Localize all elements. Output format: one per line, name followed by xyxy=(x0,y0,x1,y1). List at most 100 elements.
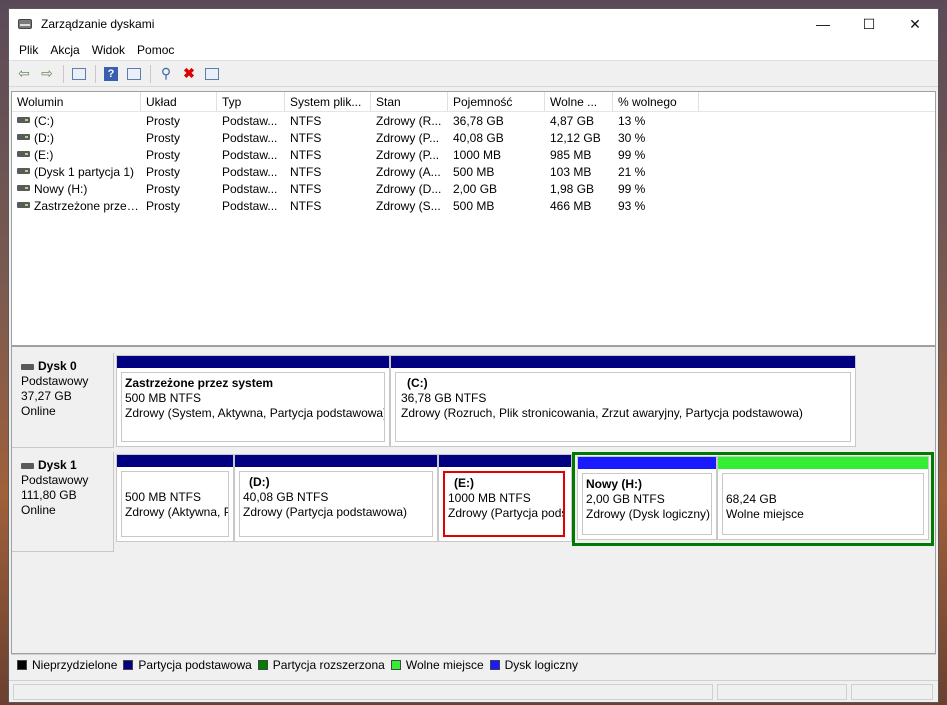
partition-size: 2,00 GB NTFS xyxy=(586,492,665,506)
partition-status: Zdrowy (Partycja podstawowa) xyxy=(448,506,563,520)
title-bar[interactable]: Zarządzanie dyskami — ☐ ✕ xyxy=(9,9,938,39)
maximize-button[interactable]: ☐ xyxy=(846,9,892,39)
disk-1-name: Dysk 1 xyxy=(38,458,77,472)
col-header-typ[interactable]: Typ xyxy=(217,92,285,111)
partition-system-reserved[interactable]: Zastrzeżone przez system 500 MB NTFS Zdr… xyxy=(116,355,390,447)
partition-e[interactable]: (E:) 1000 MB NTFS Zdrowy (Partycja podst… xyxy=(438,454,572,542)
cell-volume: Zastrzeżone przez ... xyxy=(12,199,141,213)
legend-item: Wolne miejsce xyxy=(390,657,484,672)
partition-size: 68,24 GB xyxy=(726,492,777,506)
cell-filesystem: NTFS xyxy=(290,130,322,145)
cell-free-percent: 93 % xyxy=(618,198,646,213)
check-icon[interactable] xyxy=(201,64,223,84)
col-header-pojemnosc[interactable]: Pojemność xyxy=(448,92,545,111)
table-row[interactable]: (C:) Prosty Podstaw... NTFS Zdrowy (R...… xyxy=(12,112,935,129)
disk-0-row: Dysk 0 Podstawowy 37,27 GB Online Zastrz… xyxy=(12,353,935,449)
disk-icon xyxy=(21,462,34,469)
table-row[interactable]: Nowy (H:) Prosty Podstaw... NTFS Zdrowy … xyxy=(12,180,935,197)
cell-free: 12,12 GB xyxy=(550,130,601,145)
menu-pomoc[interactable]: Pomoc xyxy=(131,43,180,57)
legend-item: Dysk logiczny xyxy=(489,658,578,672)
disk-1-info[interactable]: Dysk 1 Podstawowy 111,80 GB Online xyxy=(12,452,114,552)
cell-layout: Prosty xyxy=(146,198,181,213)
partition-disk1-part1[interactable]: 500 MB NTFS Zdrowy (Aktywna, Partycja po… xyxy=(116,454,234,542)
cell-free-percent: 99 % xyxy=(618,147,646,162)
col-header-system-plikow[interactable]: System plik... xyxy=(285,92,371,111)
cell-capacity: 500 MB xyxy=(453,164,495,179)
partition-c[interactable]: (C:) 36,78 GB NTFS Zdrowy (Rozruch, Plik… xyxy=(390,355,856,447)
disk-graphical-view: Dysk 0 Podstawowy 37,27 GB Online Zastrz… xyxy=(11,346,936,654)
legend-label: Partycja rozszerzona xyxy=(272,657,385,672)
table-row[interactable]: (D:) Prosty Podstaw... NTFS Zdrowy (P...… xyxy=(12,129,935,146)
volume-icon xyxy=(17,134,30,141)
col-header-uklad[interactable]: Układ xyxy=(141,92,217,111)
menu-plik[interactable]: Plik xyxy=(13,43,44,57)
volume-name: (C:) xyxy=(34,113,54,128)
legend-item: Partycja rozszerzona xyxy=(257,657,385,672)
volume-name: (E:) xyxy=(34,147,54,162)
cell-capacity: 40,08 GB xyxy=(453,130,504,145)
menu-bar: Plik Akcja Widok Pomoc xyxy=(9,39,938,61)
disk-0-type: Podstawowy xyxy=(21,374,89,388)
cell-free: 466 MB xyxy=(550,198,592,213)
cell-filesystem: NTFS xyxy=(290,164,322,179)
table-row[interactable]: (E:) Prosty Podstaw... NTFS Zdrowy (P...… xyxy=(12,146,935,163)
volume-icon xyxy=(17,117,30,124)
volume-icon xyxy=(17,151,30,158)
partition-type-bar xyxy=(718,457,928,469)
cell-free-percent: 99 % xyxy=(618,181,646,196)
partition-size: 500 MB NTFS xyxy=(125,490,202,504)
partition-name: (C:) xyxy=(407,376,428,390)
disk-0-info[interactable]: Dysk 0 Podstawowy 37,27 GB Online xyxy=(12,353,114,448)
help-icon[interactable]: ? xyxy=(100,64,122,84)
partition-type-bar xyxy=(117,356,389,368)
legend-swatch xyxy=(123,659,134,670)
delete-icon[interactable]: ✖ xyxy=(178,64,200,84)
cell-filesystem: NTFS xyxy=(290,113,322,128)
partition-h[interactable]: Nowy (H:) 2,00 GB NTFS Zdrowy (Dysk logi… xyxy=(577,456,717,540)
col-header-wolne[interactable]: Wolne ... xyxy=(545,92,613,111)
col-header-stan[interactable]: Stan xyxy=(371,92,448,111)
disk-0-name: Dysk 0 xyxy=(38,359,77,373)
partition-name: Zastrzeżone przez system xyxy=(125,376,274,390)
table-row[interactable]: Zastrzeżone przez ... Prosty Podstaw... … xyxy=(12,197,935,214)
cell-free-percent: 13 % xyxy=(618,113,646,128)
properties-icon[interactable] xyxy=(123,64,145,84)
menu-akcja[interactable]: Akcja xyxy=(44,43,85,57)
volume-icon xyxy=(17,202,30,209)
legend-label: Wolne miejsce xyxy=(405,657,484,672)
disk-1-type: Podstawowy xyxy=(21,473,89,487)
free-space[interactable]: 68,24 GB Wolne miejsce xyxy=(717,456,929,540)
cell-volume: (C:) xyxy=(12,114,141,128)
cell-type: Podstaw... xyxy=(222,164,278,179)
minimize-button[interactable]: — xyxy=(800,9,846,39)
partition-body: 68,24 GB Wolne miejsce xyxy=(722,473,924,535)
cell-layout: Prosty xyxy=(146,130,181,145)
back-arrow-icon[interactable]: ⇦ xyxy=(13,64,35,84)
connect-icon[interactable]: ⚲ xyxy=(155,64,177,84)
menu-widok[interactable]: Widok xyxy=(86,43,131,57)
cell-layout: Prosty xyxy=(146,181,181,196)
partition-status: Zdrowy (System, Aktywna, Partycja podsta… xyxy=(125,406,385,420)
col-header-procent-wolnego[interactable]: % wolnego xyxy=(613,92,699,111)
console-tree-icon[interactable] xyxy=(68,64,90,84)
cell-free-percent: 21 % xyxy=(618,164,646,179)
disk-0-status: Online xyxy=(21,404,56,418)
cell-status: Zdrowy (S... xyxy=(376,198,441,213)
partition-body: Zastrzeżone przez system 500 MB NTFS Zdr… xyxy=(121,372,385,442)
col-header-wolumin[interactable]: Wolumin xyxy=(12,92,141,111)
partition-name: Nowy (H:) xyxy=(586,477,642,491)
table-row[interactable]: (Dysk 1 partycja 1) Prosty Podstaw... NT… xyxy=(12,163,935,180)
legend: Nieprzydzielone Partycja podstawowa Part… xyxy=(11,654,936,674)
disk-1-row: Dysk 1 Podstawowy 111,80 GB Online 500 M… xyxy=(12,452,935,552)
cell-type: Podstaw... xyxy=(222,130,278,145)
close-button[interactable]: ✕ xyxy=(892,9,938,39)
cell-layout: Prosty xyxy=(146,164,181,179)
partition-size: 40,08 GB NTFS xyxy=(243,490,329,504)
forward-arrow-icon[interactable]: ⇨ xyxy=(36,64,58,84)
legend-swatch xyxy=(489,659,500,670)
partition-d[interactable]: (D:) 40,08 GB NTFS Zdrowy (Partycja pods… xyxy=(234,454,438,542)
partition-status: Zdrowy (Aktywna, Partycja podstawowa) xyxy=(125,505,228,519)
partition-size: 500 MB NTFS xyxy=(125,391,202,405)
partition-status: Wolne miejsce xyxy=(726,507,804,521)
